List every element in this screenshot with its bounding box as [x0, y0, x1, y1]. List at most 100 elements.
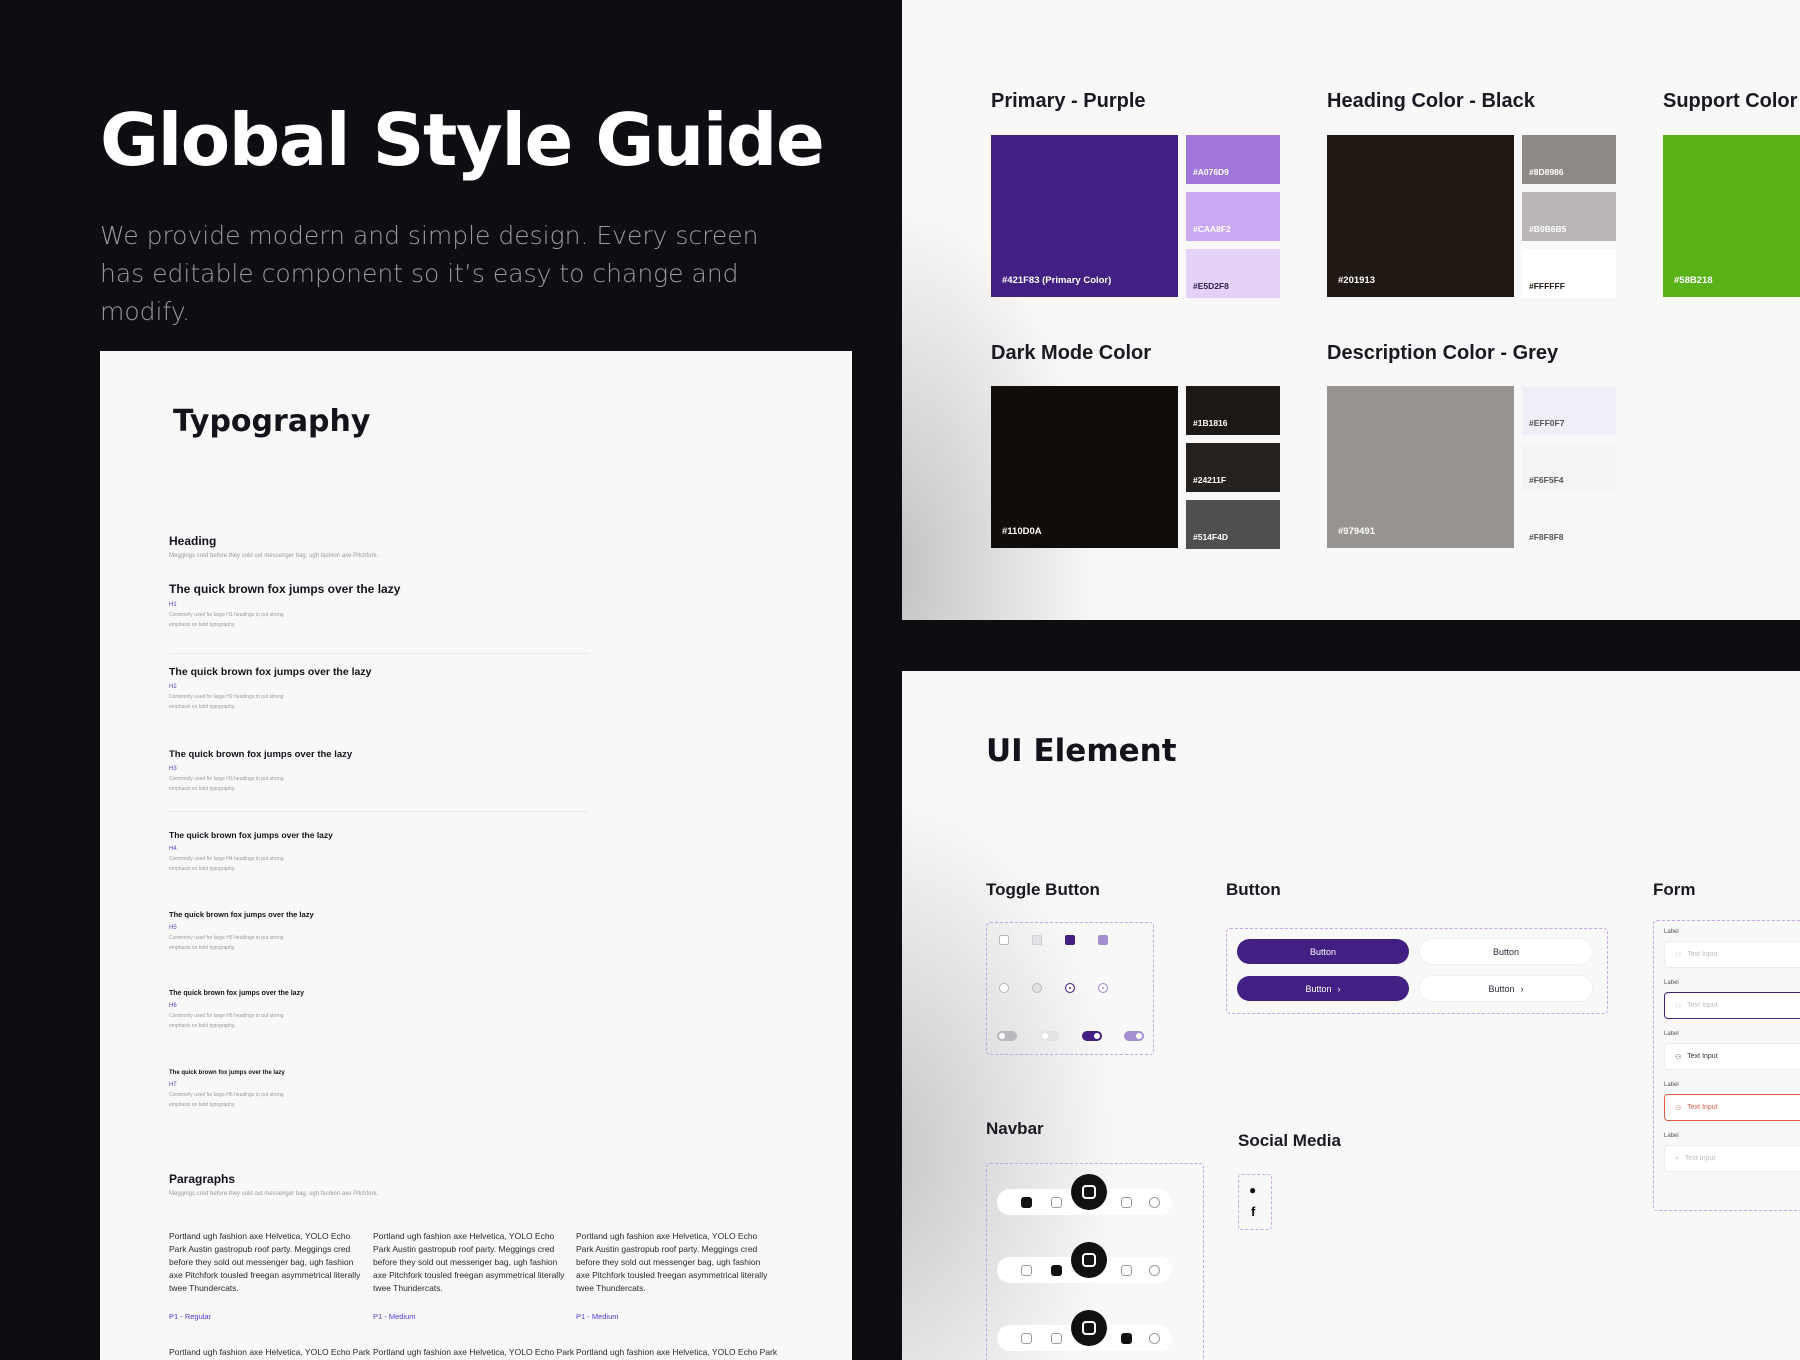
level-note: Commonly used for large H3 headings to p… [169, 776, 284, 792]
typography-title: Typography [173, 404, 371, 439]
radio-checked-disabled[interactable] [1098, 983, 1108, 993]
scan-icon [1082, 1321, 1096, 1335]
paragraph-regular: Portland ugh fashion axe Helvetica, YOLO… [169, 1231, 361, 1293]
form-label: Label [1664, 929, 1679, 935]
heading-section-title: Heading [169, 534, 217, 548]
ui-element-panel: UI Element Toggle Button Button Button B… [902, 671, 1800, 1360]
paragraph-medium: Portland ugh fashion axe Helvetica, YOLO… [373, 1231, 565, 1293]
divider [169, 653, 589, 654]
typography-panel: Typography Heading Meggings cred before … [100, 351, 852, 1360]
button-group: Button Button Button › Button › [1226, 928, 1608, 1014]
text-input-focused[interactable]: ⚇ Text Input [1664, 992, 1800, 1019]
toggle-off[interactable] [997, 1031, 1017, 1041]
text-input-search[interactable]: ⌕ Text Input [1664, 1145, 1800, 1172]
toggle-on-disabled[interactable] [1124, 1031, 1144, 1041]
level-note: Commonly used for large H6 headings to p… [169, 1092, 284, 1108]
shield-icon[interactable] [1121, 1197, 1132, 1208]
grey-shade-2: #F6F5F4 [1522, 443, 1616, 492]
scan-icon [1082, 1185, 1096, 1199]
shield-icon[interactable] [1121, 1265, 1132, 1276]
button-label: Button [1488, 983, 1515, 994]
level-note: Commonly used for large H6 headings to p… [169, 1013, 284, 1029]
checkbox-checked[interactable] [1065, 935, 1075, 945]
dark-mode-title: Dark Mode Color [991, 342, 1152, 364]
primary-button[interactable]: Button [1237, 939, 1409, 964]
heading-shade-2: #B9B6B5 [1522, 192, 1616, 241]
radio-checked[interactable] [1065, 983, 1075, 993]
profile-icon[interactable] [1149, 1197, 1160, 1208]
toggle-section-title: Toggle Button [986, 880, 1100, 899]
primary-button-with-icon[interactable]: Button › [1237, 976, 1409, 1001]
home-icon[interactable] [1021, 1197, 1032, 1208]
swatch-label: #A076D9 [1193, 167, 1229, 177]
radio-disabled[interactable] [1032, 983, 1042, 993]
toggle-off-disabled[interactable] [1040, 1031, 1060, 1041]
swatch-label: #979491 [1338, 526, 1375, 537]
level-tag: H4 [169, 846, 177, 852]
radio-unchecked[interactable] [999, 983, 1009, 993]
sample-text: The quick brown fox jumps over the lazy [169, 830, 333, 840]
swatch-label: #201913 [1338, 275, 1375, 286]
swatch-label: #F6F5F4 [1529, 475, 1564, 485]
sample-text: The quick brown fox jumps over the lazy [169, 1070, 285, 1076]
scan-button[interactable] [1071, 1174, 1107, 1210]
level-tag: H3 [169, 766, 177, 772]
toggle-on[interactable] [1082, 1031, 1102, 1041]
sample-text: The quick brown fox jumps over the lazy [169, 582, 401, 596]
heading-sample-h6: The quick brown fox jumps over the lazy … [169, 990, 589, 1031]
page-title: Global Style Guide [100, 98, 825, 182]
button-section-title: Button [1226, 880, 1281, 899]
text-input-filled[interactable]: ⚇ Text Input [1664, 1043, 1800, 1070]
document-icon[interactable] [1051, 1265, 1062, 1276]
user-icon: ⚇ [1675, 1053, 1682, 1061]
primary-shade-2: #CAA8F2 [1186, 192, 1280, 241]
dark-shade-2: #24211F [1186, 443, 1280, 492]
dark-shade-1: #1B1816 [1186, 386, 1280, 435]
profile-icon[interactable] [1149, 1265, 1160, 1276]
text-input-empty[interactable]: ⚇ Text Input [1664, 941, 1800, 968]
facebook-icon[interactable]: f [1251, 1204, 1255, 1219]
heading-sample-h2: The quick brown fox jumps over the lazy … [169, 666, 589, 712]
user-icon: ⚇ [1675, 1104, 1682, 1112]
profile-icon[interactable] [1149, 1333, 1160, 1344]
secondary-button[interactable]: Button [1420, 939, 1592, 964]
paragraph-section-title: Paragraphs [169, 1172, 236, 1186]
text-input-error[interactable]: ⚇ Text Input [1664, 1094, 1800, 1121]
form-label: Label [1664, 1082, 1679, 1088]
heading-sample-h5: The quick brown fox jumps over the lazy … [169, 910, 589, 953]
primary-color-title: Primary - Purple [991, 90, 1146, 112]
swatch-label: #F8F8F8 [1529, 532, 1564, 542]
paragraph-section-desc: Meggings cred before they sold out messe… [169, 1191, 379, 1197]
home-icon[interactable] [1021, 1265, 1032, 1276]
document-icon[interactable] [1051, 1333, 1062, 1344]
heading-shade-1: #8D8986 [1522, 135, 1616, 184]
home-icon[interactable] [1021, 1333, 1032, 1344]
primary-shade-3: #E5D2F8 [1186, 249, 1280, 298]
description-color-title: Description Color - Grey [1327, 342, 1559, 364]
heading-color-title: Heading Color - Black [1327, 90, 1535, 112]
search-icon: ⌕ [1675, 1154, 1679, 1162]
divider [169, 811, 589, 812]
heading-sample-h4: The quick brown fox jumps over the lazy … [169, 830, 589, 874]
swatch-label: #E5D2F8 [1193, 281, 1229, 291]
scan-button[interactable] [1071, 1242, 1107, 1278]
scan-button[interactable] [1071, 1310, 1107, 1346]
heading-section-desc: Meggings cred before they sold out messe… [169, 553, 379, 559]
swatch-label: #B9B6B5 [1529, 224, 1567, 234]
form-label: Label [1664, 1031, 1679, 1037]
apple-icon[interactable]: ● [1249, 1183, 1256, 1197]
shield-icon[interactable] [1121, 1333, 1132, 1344]
swatch-label: #421F83 (Primary Color) [1002, 275, 1112, 286]
checkbox-unchecked[interactable] [999, 935, 1009, 945]
secondary-button-with-icon[interactable]: Button › [1420, 976, 1592, 1001]
heading-sample-h3: The quick brown fox jumps over the lazy … [169, 749, 589, 794]
swatch-label: #FFFFFF [1529, 281, 1565, 291]
level-note: Commonly used for large H1 headings to p… [169, 612, 284, 628]
paragraph-tag: P1 - Regular [169, 1312, 212, 1321]
document-icon[interactable] [1051, 1197, 1062, 1208]
paragraph-cut: Portland ugh fashion axe Helvetica, YOLO… [373, 1347, 575, 1357]
user-icon: ⚇ [1675, 951, 1682, 959]
checkbox-disabled[interactable] [1032, 935, 1042, 945]
level-note: Commonly used for large H5 headings to p… [169, 935, 284, 951]
checkbox-checked-disabled[interactable] [1098, 935, 1108, 945]
